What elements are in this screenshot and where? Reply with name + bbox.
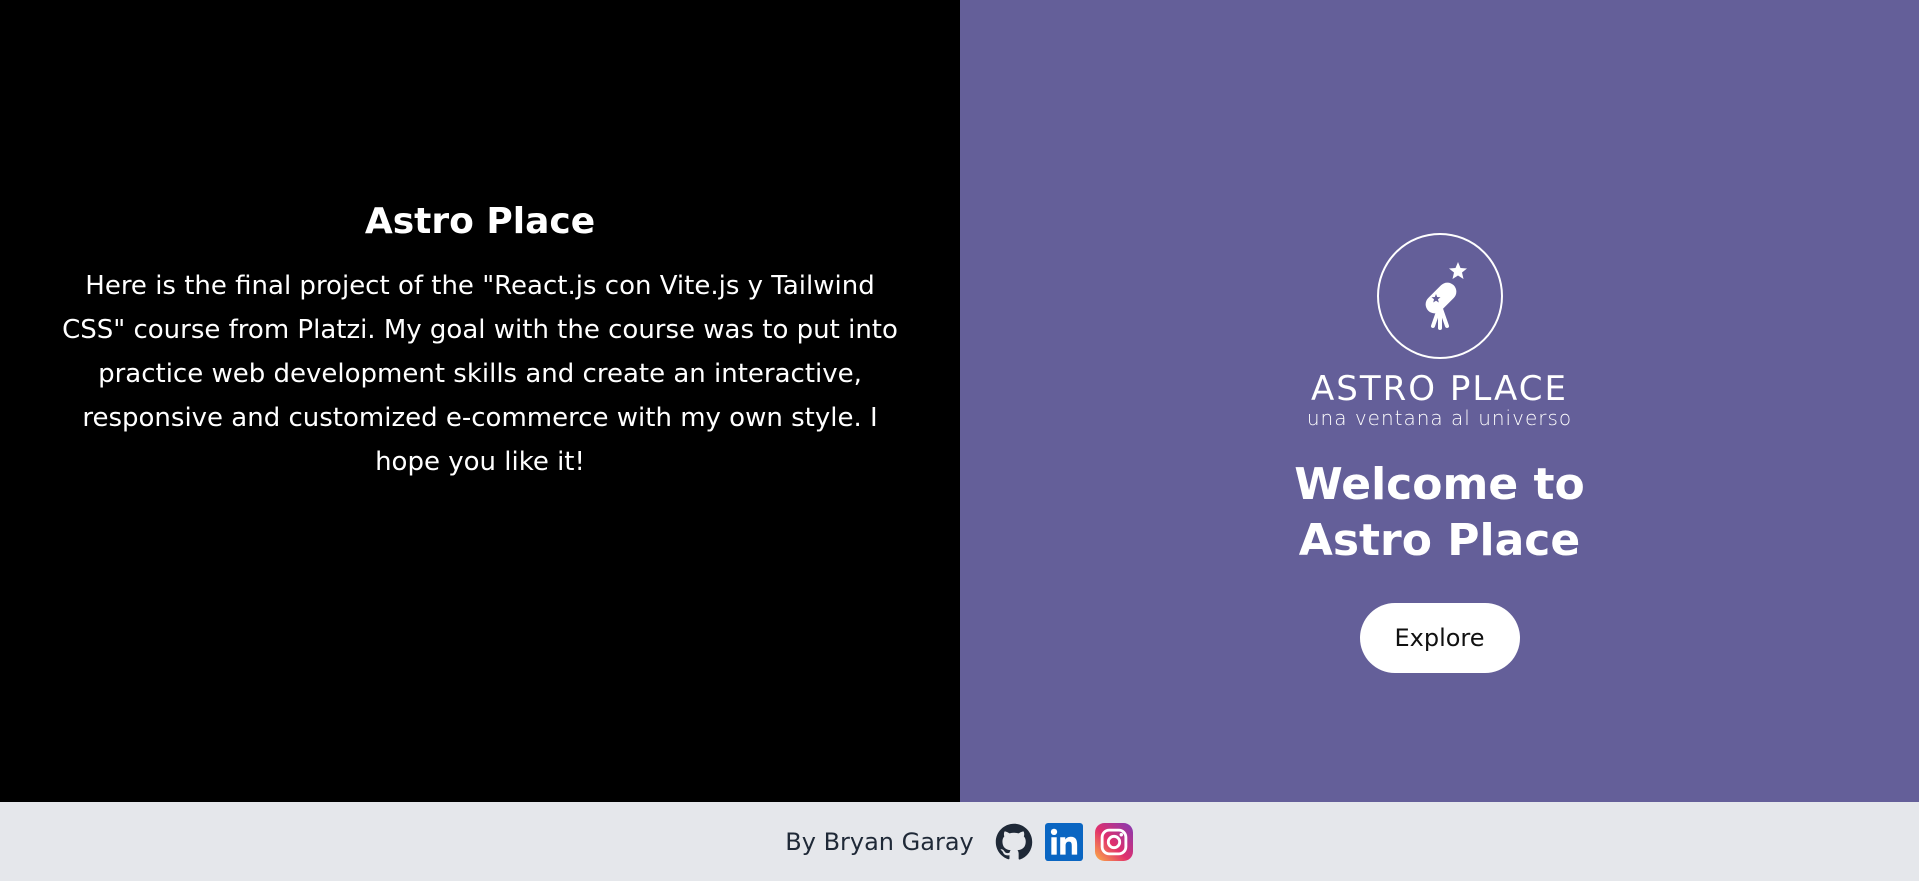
telescope-logo-icon: [1376, 233, 1503, 359]
explore-button[interactable]: Explore: [1359, 603, 1520, 673]
logo-wordmark: ASTRO PLACE: [1311, 369, 1568, 409]
hero-panel: ASTRO PLACE una ventana al universo Welc…: [960, 0, 1919, 802]
logo-tagline: una ventana al universo: [1306, 406, 1573, 430]
page: Astro Place Here is the final project of…: [0, 0, 1919, 881]
author-byline: By Bryan Garay: [785, 827, 974, 856]
github-icon[interactable]: [994, 822, 1034, 862]
welcome-heading: Welcome to Astro Place: [1294, 459, 1585, 566]
main-split: Astro Place Here is the final project of…: [0, 0, 1919, 802]
intro-title: Astro Place: [364, 200, 596, 242]
footer: By Bryan Garay: [0, 802, 1919, 881]
instagram-icon[interactable]: [1094, 822, 1134, 862]
intro-panel: Astro Place Here is the final project of…: [0, 0, 960, 802]
intro-description: Here is the final project of the "React.…: [62, 270, 898, 477]
linkedin-icon[interactable]: [1044, 822, 1084, 862]
